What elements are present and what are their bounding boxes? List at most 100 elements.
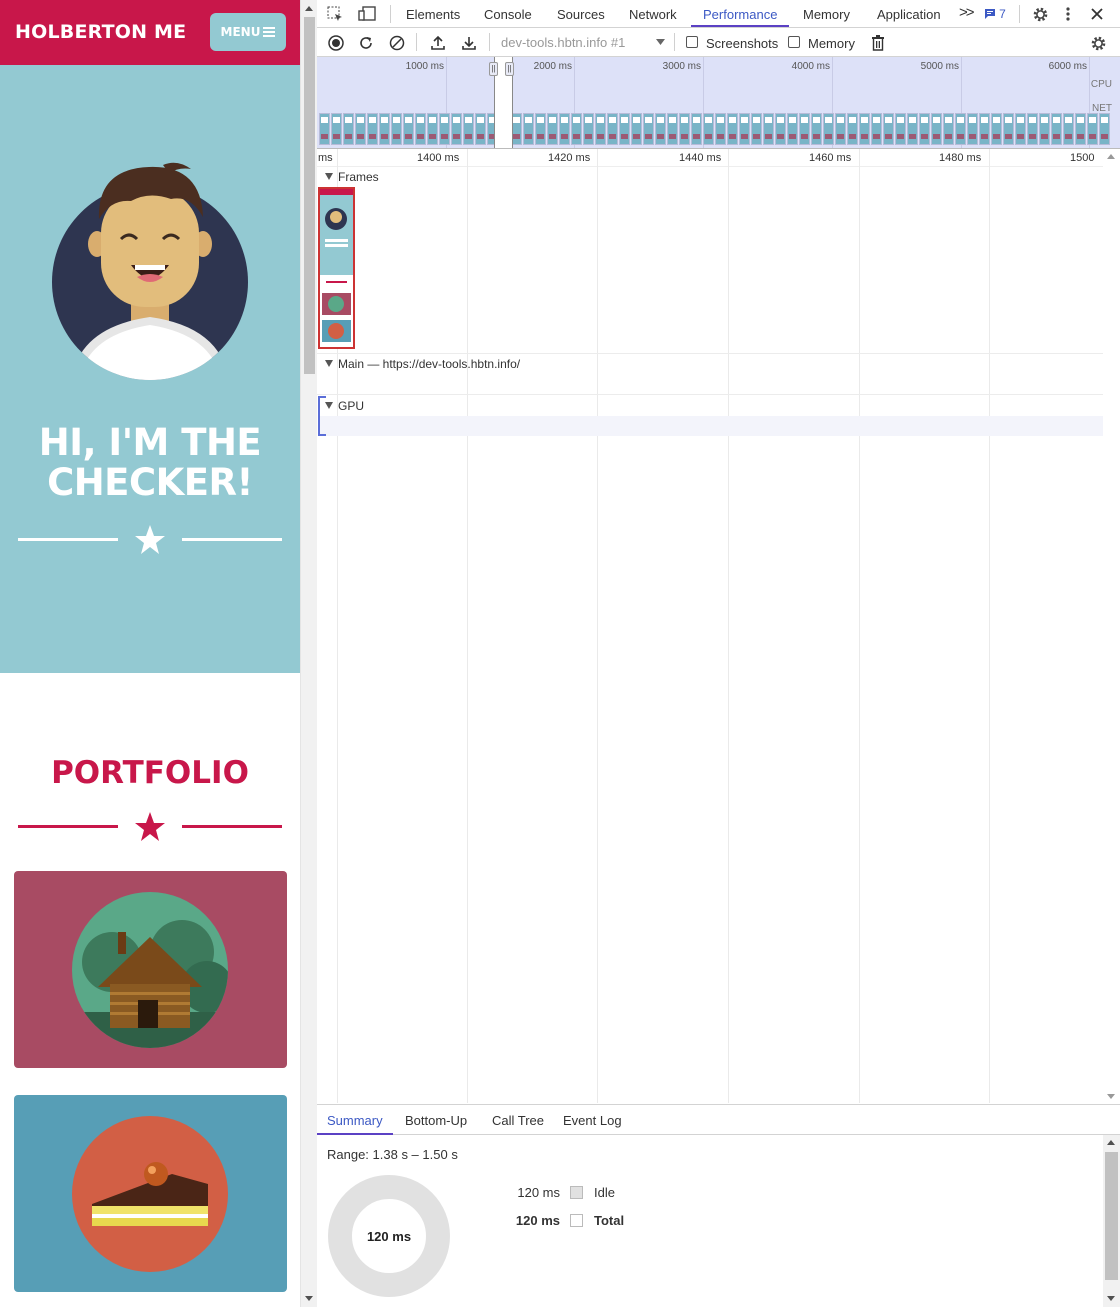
selection-left-handle[interactable]: || [489,62,498,76]
summary-panel: Range: 1.38 s – 1.50 s 120 ms 120 ms Idl… [317,1135,1103,1307]
chevron-down-icon[interactable] [656,39,665,46]
scroll-down-arrow-icon[interactable] [1107,1094,1115,1099]
portfolio-card-cabin[interactable] [14,871,287,1068]
overview-tick: 3000 ms [662,61,701,72]
filmstrip-thumbnail [391,113,402,145]
main-track-header[interactable]: Main — https://dev-tools.hbtn.info/ [325,357,520,371]
filmstrip-thumbnail [595,113,606,145]
close-devtools-icon[interactable] [1088,4,1106,24]
download-profile-icon[interactable] [460,34,478,52]
tab-summary[interactable]: Summary [327,1113,383,1128]
reload-record-icon[interactable] [357,34,375,52]
filmstrip-thumbnail [343,113,354,145]
filmstrip-thumbnail [643,113,654,145]
filmstrip-thumbnail [967,113,978,145]
more-tabs-icon[interactable]: >> [959,4,974,21]
tab-console[interactable]: Console [484,7,532,22]
star-divider-portfolio [18,812,282,841]
memory-checkbox[interactable] [788,36,800,48]
filmstrip-thumbnail [403,113,414,145]
portfolio-title: PORTFOLIO [51,755,249,791]
filmstrip-thumbnail [631,113,642,145]
tab-sources[interactable]: Sources [557,7,605,22]
frames-track-label: Frames [338,170,379,184]
tab-application[interactable]: Application [877,7,941,22]
overview-tick: 5000 ms [920,61,959,72]
inspect-element-icon[interactable] [326,5,344,23]
tab-bottom-up[interactable]: Bottom-Up [405,1113,467,1128]
filmstrip-thumbnail [739,113,750,145]
frames-track-header[interactable]: Frames [325,170,379,184]
cabin-icon [72,892,228,1048]
issues-count: 7 [999,7,1006,21]
devtools-tabbar: Elements Console Sources Network Perform… [317,0,1120,28]
target-select[interactable]: dev-tools.hbtn.info #1 [501,35,625,50]
site-logo[interactable]: HOLBERTON ME [15,21,186,43]
filmstrip-thumbnail [907,113,918,145]
portfolio-card-cake[interactable] [14,1095,287,1292]
filmstrip-thumbnail [931,113,942,145]
summary-scrollbar[interactable] [1103,1135,1120,1307]
filmstrip-thumbnail [607,113,618,145]
ruler-tick: ms [318,152,333,164]
filmstrip-thumbnail [835,113,846,145]
settings-gear-icon[interactable] [1030,4,1050,24]
screenshot-filmstrip [317,113,1120,147]
summary-scroll-thumb[interactable] [1105,1152,1118,1280]
filmstrip-thumbnail [667,113,678,145]
record-button[interactable] [327,34,345,52]
gpu-track-header[interactable]: GPU [325,399,364,413]
frame-screenshot[interactable] [318,187,355,349]
scroll-up-arrow-icon[interactable] [1107,1140,1115,1145]
scroll-down-arrow-icon[interactable] [305,1296,313,1301]
issues-badge[interactable]: 7 [982,6,1008,22]
tab-memory[interactable]: Memory [803,7,850,22]
filmstrip-thumbnail [583,113,594,145]
tab-performance[interactable]: Performance [703,7,777,22]
legend-name: Idle [594,1185,615,1200]
filmstrip-thumbnail [1051,113,1062,145]
tab-network[interactable]: Network [629,7,677,22]
cpu-label: CPU [1090,79,1112,90]
filmstrip-thumbnail [895,113,906,145]
overview-tick: 2000 ms [533,61,572,72]
filmstrip-thumbnail [415,113,426,145]
upload-profile-icon[interactable] [429,34,447,52]
trash-icon[interactable] [870,34,886,52]
devtools-panel: Elements Console Sources Network Perform… [317,0,1120,1307]
scroll-up-arrow-icon[interactable] [305,6,313,11]
more-options-icon[interactable] [1060,4,1076,24]
timeline-overview[interactable]: 1000 ms 2000 ms 3000 ms 4000 ms 5000 ms … [317,57,1120,149]
filmstrip-thumbnail [1087,113,1098,145]
star-icon [135,525,165,554]
scroll-up-arrow-icon[interactable] [1107,154,1115,159]
capture-settings-gear-icon[interactable] [1089,34,1107,52]
clear-icon[interactable] [388,34,406,52]
menu-button[interactable]: MENU [210,13,286,51]
device-toolbar-icon[interactable] [357,5,377,23]
ruler-tick: 1500 [1070,152,1095,164]
selection-right-handle[interactable]: || [505,62,514,76]
filmstrip-thumbnail [691,113,702,145]
summary-range: Range: 1.38 s – 1.50 s [327,1147,458,1162]
timeline-scrollbar[interactable] [1103,149,1120,1103]
scroll-down-arrow-icon[interactable] [1107,1296,1115,1301]
page-scrollbar[interactable] [300,0,317,1307]
screenshots-checkbox[interactable] [686,36,698,48]
filmstrip-thumbnail [379,113,390,145]
timeline-ruler: ms 1400 ms 1420 ms 1440 ms 1460 ms 1480 … [317,149,1103,167]
website-viewport: HOLBERTON ME MENU HI, I'M THE CHECKER! P… [0,0,300,1307]
expand-triangle-icon [325,173,333,180]
filmstrip-thumbnail [1063,113,1074,145]
page-scroll-thumb[interactable] [304,17,315,374]
tab-event-log[interactable]: Event Log [563,1113,622,1128]
filmstrip-thumbnail [727,113,738,145]
legend-swatch [570,1214,583,1227]
filmstrip-thumbnail [1039,113,1050,145]
filmstrip-thumbnail [1015,113,1026,145]
tab-call-tree[interactable]: Call Tree [492,1113,544,1128]
hero-title-line1: HI, I'M THE [38,421,262,464]
performance-toolbar: dev-tools.hbtn.info #1 Screenshots Memor… [317,28,1120,57]
filmstrip-thumbnail [523,113,534,145]
tab-elements[interactable]: Elements [406,7,460,22]
